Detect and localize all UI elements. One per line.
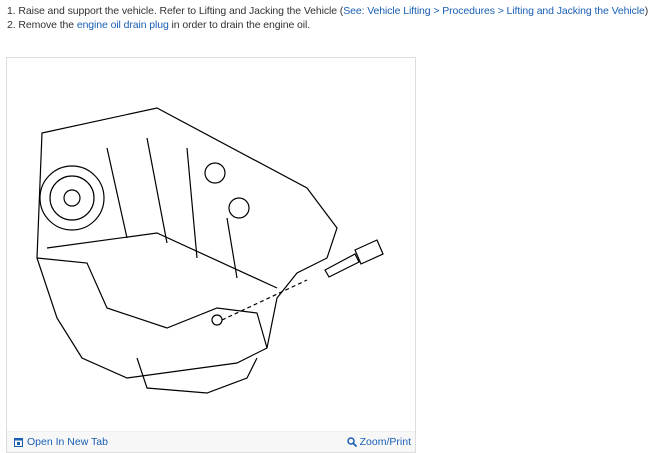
vehicle-lifting-link[interactable]: See: Vehicle Lifting > Procedures > Lift…: [343, 5, 645, 17]
drain-plug-link[interactable]: engine oil drain plug: [77, 19, 169, 31]
figure-frame: Open In New Tab Zoom/Print: [6, 57, 416, 453]
zoom-print-button[interactable]: Zoom/Print: [346, 436, 411, 448]
engine-oil-pan-illustration: [36, 107, 384, 394]
open-in-new-tab-button[interactable]: Open In New Tab: [14, 436, 108, 448]
figure-footer: Open In New Tab Zoom/Print: [7, 431, 415, 452]
magnifier-icon: [346, 437, 357, 447]
step-1: 1. Raise and support the vehicle. Refer …: [7, 5, 650, 17]
new-tab-icon: [14, 437, 23, 447]
step-2: 2. Remove the engine oil drain plug in o…: [7, 19, 311, 31]
